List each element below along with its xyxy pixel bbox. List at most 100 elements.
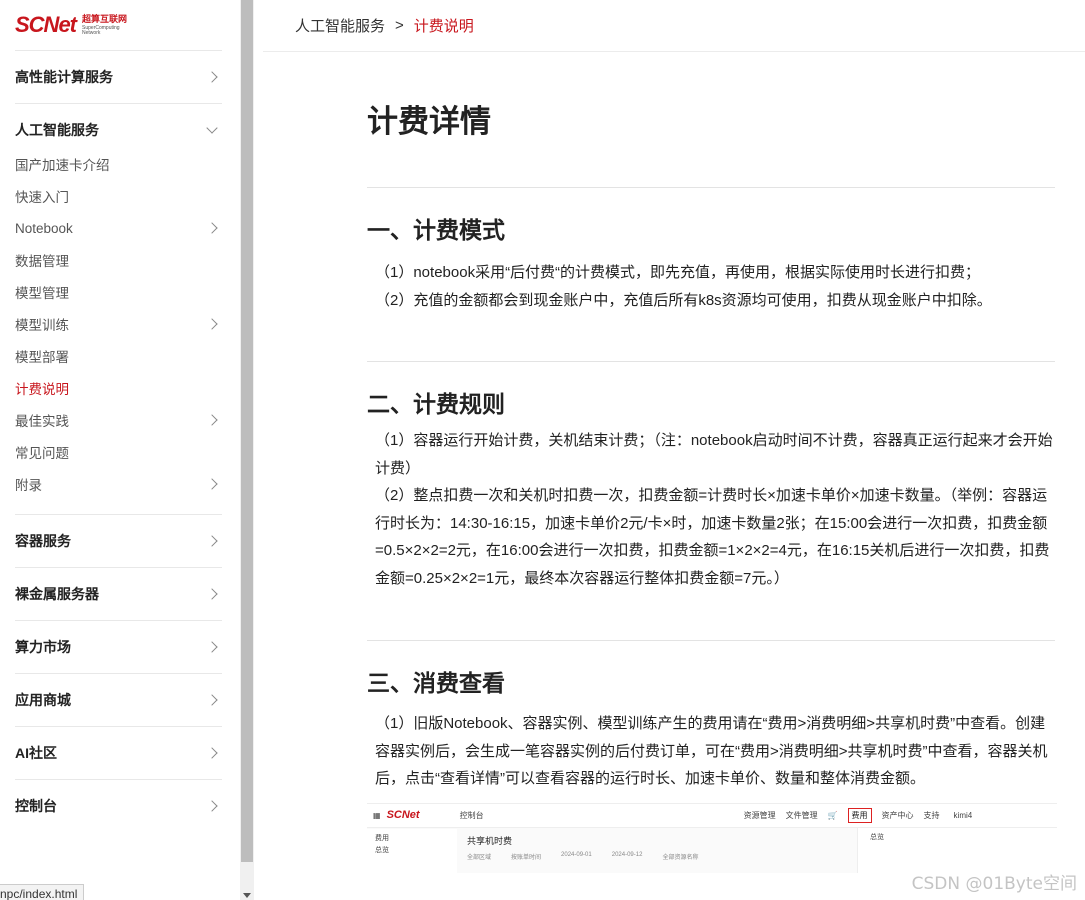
sidebar-section-console: 控制台 [15, 779, 222, 832]
shot-logo: SCNet [386, 809, 420, 821]
article: 计费详情 一、计费模式 （1）notebook采用“后付费“的计费模式，即先充值… [263, 102, 1057, 873]
chevron-right-icon [206, 747, 218, 759]
sidebar-item-label: 数据管理 [15, 254, 69, 269]
sidebar-section-label: 裸金属服务器 [15, 586, 99, 602]
chevron-right-icon [206, 71, 218, 83]
sidebar-item-label: 快速入门 [15, 190, 69, 205]
sidebar-item-label: 计费说明 [15, 382, 69, 397]
chevron-right-icon [206, 414, 218, 426]
shot-left-title: 费用 [375, 834, 389, 842]
sidebar-item-label: 模型管理 [15, 286, 69, 301]
breadcrumb: 人工智能服务 > 计费说明 [263, 0, 1085, 52]
shot-nav-item: 文件管理 [785, 810, 818, 820]
shot-left-item: 总览 [375, 846, 389, 854]
sidebar-item-label: 常见问题 [15, 446, 69, 461]
sidebar-section-header[interactable]: 容器服务 [15, 515, 222, 567]
breadcrumb-separator: > [395, 17, 404, 34]
status-bar-url: npc/index.html [0, 884, 85, 900]
sidebar-item-model-training[interactable]: 模型训练 [15, 308, 222, 340]
sidebar-item-best-practice[interactable]: 最佳实践 [15, 404, 222, 436]
scroll-down-arrow-icon[interactable] [243, 893, 251, 898]
shot-topbar: ▦ SCNet 控制台 资源管理 文件管理 🛒 费用 资产中心 支持 kimi4 [367, 803, 1057, 828]
chevron-right-icon [206, 694, 218, 706]
sidebar-item-notebook[interactable]: Notebook [15, 212, 222, 244]
sidebar-item-label: 附录 [15, 478, 42, 493]
shot-console: 控制台 [459, 810, 484, 820]
sidebar-item-billing[interactable]: 计费说明 [15, 372, 222, 404]
article-section-billing-rules: 二、计费规则 （1）容器运行开始计费，关机结束计费；（注：notebook启动时… [367, 389, 1055, 592]
shot-user: kimi4 [953, 810, 973, 820]
sidebar-section-header[interactable]: 高性能计算服务 [15, 51, 222, 103]
sidebar-section-label: 应用商城 [15, 692, 71, 708]
breadcrumb-current: 计费说明 [413, 18, 474, 35]
sidebar-section-market: 算力市场 [15, 620, 222, 673]
logo-text: SCNet [15, 12, 77, 37]
sidebar-section-label: 容器服务 [15, 533, 71, 549]
divider [367, 187, 1055, 188]
logo-cn: 超算互联网 [82, 13, 128, 24]
sidebar-section-label: 控制台 [15, 798, 57, 814]
scnet-logo[interactable]: SCNet 超算互联网 SuperComputing Network [0, 0, 240, 50]
logo-subtitle: 超算互联网 SuperComputing Network [82, 13, 128, 36]
shot-filter: 2024-09-01 [561, 851, 592, 858]
cart-icon: 🛒 [827, 810, 838, 820]
shot-filter: 2024-09-12 [611, 851, 643, 858]
chevron-right-icon [206, 535, 218, 547]
sidebar-section-label: 人工智能服务 [15, 122, 99, 138]
shot-filters: 全部区域 按账单时间 2024-09-01 2024-09-12 全部资源名称 [467, 852, 698, 861]
sidebar-section-container: 容器服务 [15, 514, 222, 567]
article-section-consumption: 三、消费查看 （1）旧版Notebook、容器实例、模型训练产生的费用请在“费用… [367, 668, 1055, 793]
section-heading: 一、计费模式 [367, 217, 505, 243]
section-paragraph: （1）notebook采用“后付费“的计费模式，即先充值，再使用，根据实际使用时… [375, 264, 981, 281]
section-paragraph: （1）容器运行开始计费，关机结束计费；（注：notebook启动时间不计费，容器… [375, 432, 1053, 477]
chevron-right-icon [206, 641, 218, 653]
shot-filter: 全部资源名称 [662, 854, 699, 861]
sidebar-section-header[interactable]: 裸金属服务器 [15, 568, 222, 620]
shot-nav-item-highlighted: 费用 [847, 807, 872, 823]
shot-filter: 按账单时间 [511, 854, 542, 861]
sidebar-scrollbar[interactable] [240, 0, 254, 900]
sidebar: SCNet 超算互联网 SuperComputing Network 高性能计算… [0, 0, 240, 900]
sidebar-section-ai-community: AI社区 [15, 726, 222, 779]
sidebar-item-appendix[interactable]: 附录 [15, 468, 222, 500]
shot-filter: 全部区域 [467, 854, 492, 861]
sidebar-section-header[interactable]: 控制台 [15, 780, 222, 832]
article-section-billing-mode: 一、计费模式 （1）notebook采用“后付费“的计费模式，即先充值，再使用，… [367, 215, 1055, 315]
sidebar-section-header[interactable]: 应用商城 [15, 674, 222, 726]
shot-nav-item: 资产中心 [881, 810, 914, 820]
sidebar-item-data-mgmt[interactable]: 数据管理 [15, 244, 222, 276]
sidebar-section-header[interactable]: AI社区 [15, 727, 222, 779]
sidebar-item-label: Notebook [15, 220, 73, 236]
section-heading: 三、消费查看 [367, 670, 505, 696]
embedded-console-screenshot: ▦ SCNet 控制台 资源管理 文件管理 🛒 费用 资产中心 支持 kimi4… [367, 802, 1057, 873]
shot-left-menu: 费用 总览 [367, 828, 457, 873]
sidebar-section-ai: 人工智能服务 国产加速卡介绍 快速入门 Notebook 数据管理 模型管理 模… [15, 103, 222, 514]
chevron-down-icon [206, 122, 218, 134]
divider [367, 640, 1055, 641]
breadcrumb-parent[interactable]: 人工智能服务 [295, 15, 385, 36]
sidebar-item-label: 最佳实践 [15, 414, 69, 429]
sidebar-item-label: 国产加速卡介绍 [15, 158, 110, 173]
sidebar-item-faq[interactable]: 常见问题 [15, 436, 222, 468]
logo-en-2: Network [82, 29, 101, 36]
sidebar-item-accelerator[interactable]: 国产加速卡介绍 [15, 148, 222, 180]
sidebar-section-baremetal: 裸金属服务器 [15, 567, 222, 620]
sidebar-section-appstore: 应用商城 [15, 673, 222, 726]
sidebar-item-quickstart[interactable]: 快速入门 [15, 180, 222, 212]
sidebar-item-model-deploy[interactable]: 模型部署 [15, 340, 222, 372]
grid-icon: ▦ [373, 810, 381, 820]
sidebar-section-label: 高性能计算服务 [15, 69, 113, 85]
sidebar-item-label: 模型部署 [15, 350, 69, 365]
shot-dropdown: 总览 [857, 827, 1057, 873]
page-title: 计费详情 [367, 104, 491, 139]
sidebar-section-hpc: 高性能计算服务 [15, 50, 222, 103]
shot-main-title: 共享机时费 [467, 835, 513, 846]
shot-dropdown-item: 总览 [870, 833, 884, 841]
sidebar-section-header[interactable]: 算力市场 [15, 621, 222, 673]
chevron-right-icon [206, 800, 218, 812]
scrollbar-thumb[interactable] [241, 0, 253, 862]
sidebar-item-model-mgmt[interactable]: 模型管理 [15, 276, 222, 308]
chevron-right-icon [206, 478, 218, 490]
section-paragraph: （1）旧版Notebook、容器实例、模型训练产生的费用请在“费用>消费明细>共… [375, 715, 1048, 787]
section-paragraph: （2）整点扣费一次和关机时扣费一次，扣费金额=计费时长×加速卡单价×加速卡数量。… [375, 487, 1050, 587]
